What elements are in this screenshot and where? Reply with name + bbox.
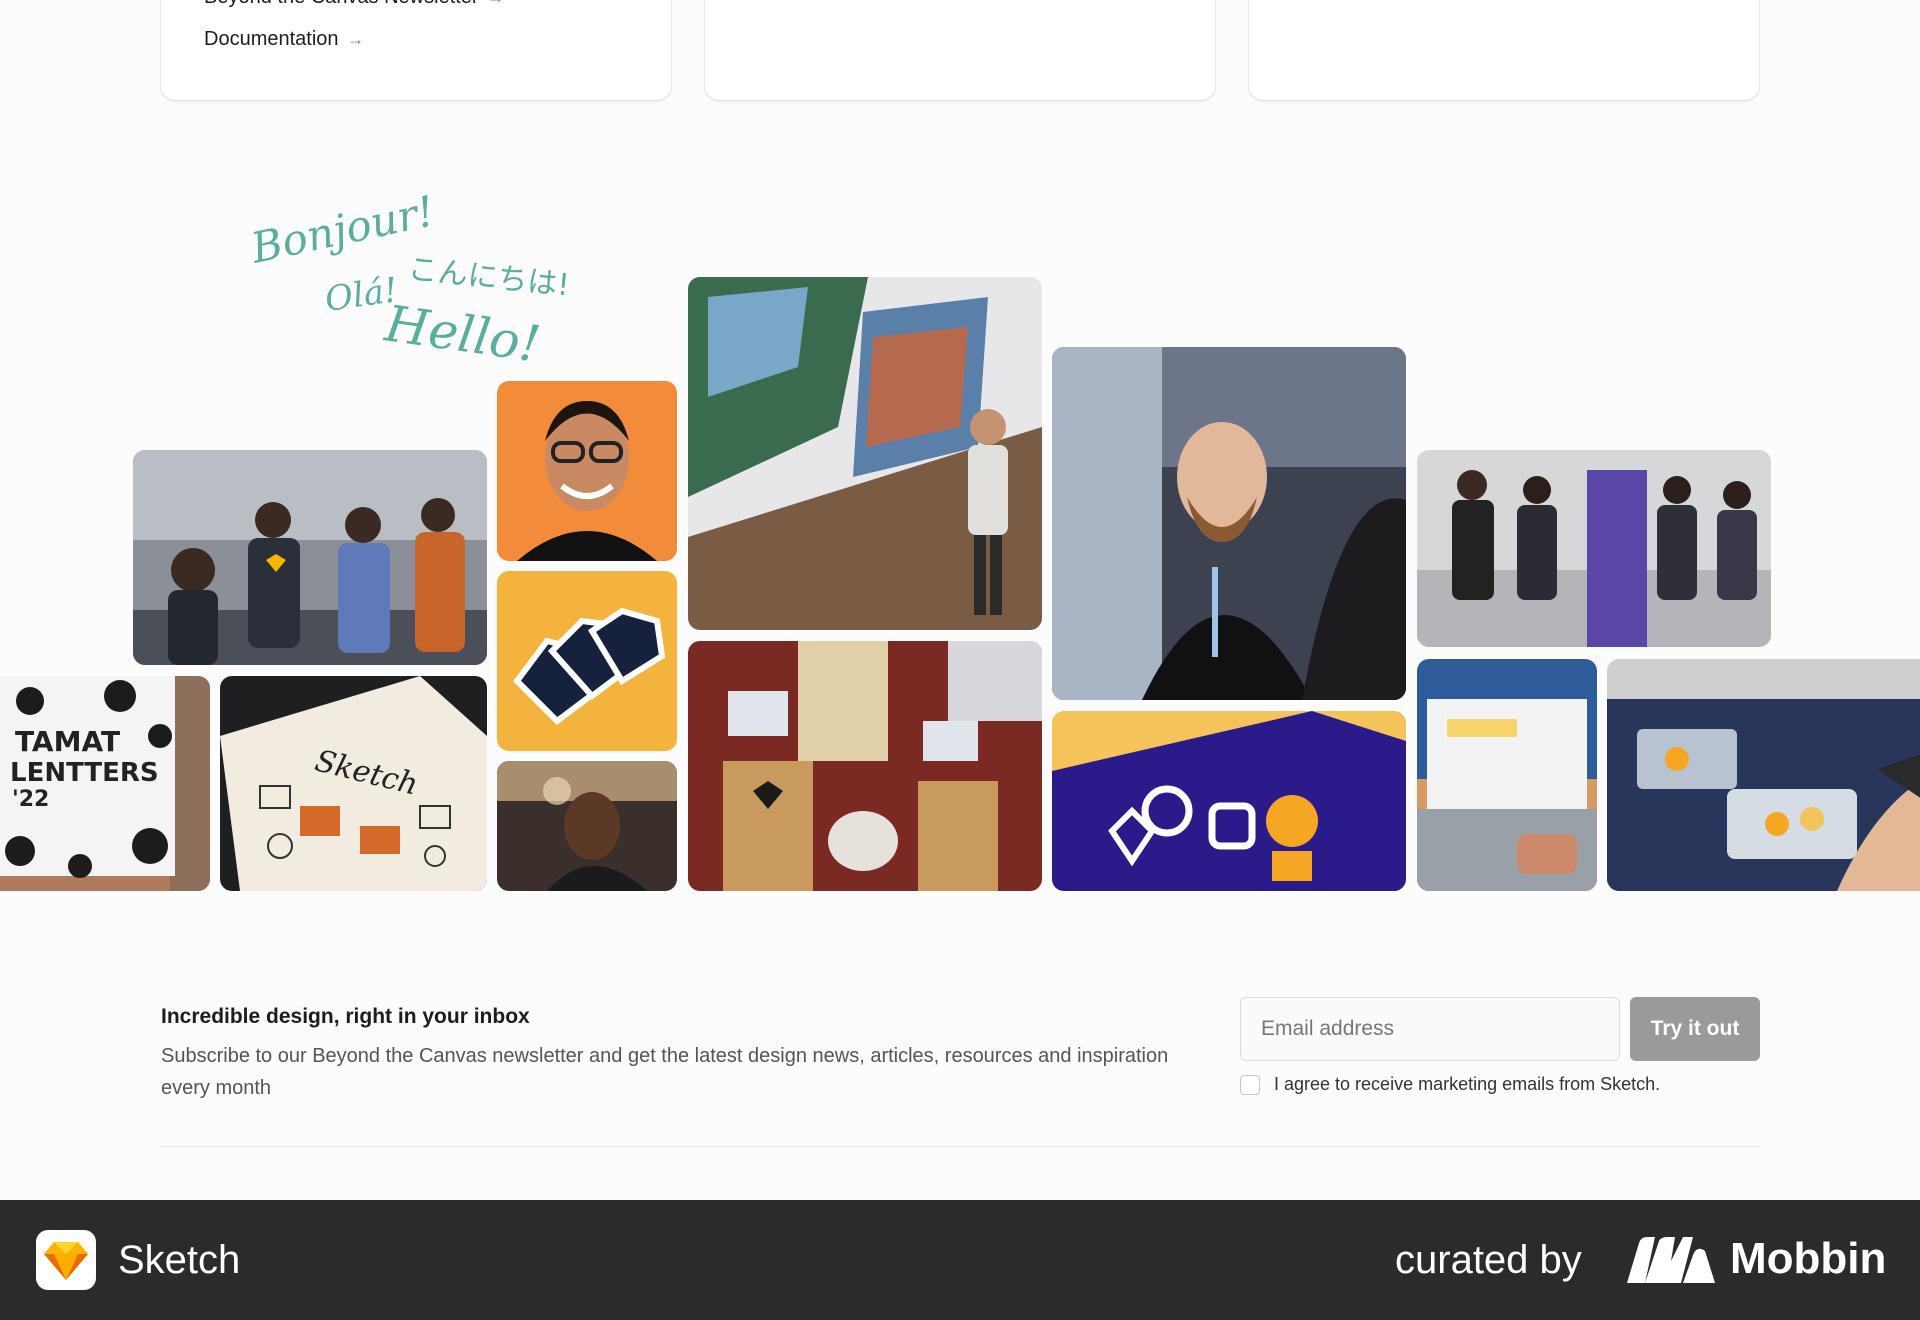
resources-card: Beyond the Canvas Newsletter → Documenta…	[161, 0, 671, 100]
photo-design-toolkit	[1052, 711, 1406, 891]
photo-pins-handout	[1607, 659, 1920, 891]
curated-by-label: curated by	[1395, 1238, 1582, 1282]
consent-checkbox[interactable]	[1240, 1074, 1260, 1095]
svg-text:TAMAT: TAMAT	[15, 725, 120, 758]
photo-stickers	[497, 571, 677, 751]
photo-team-japan	[1417, 450, 1771, 647]
sketch-app-name: Sketch	[118, 1238, 241, 1282]
photo-event-booths	[688, 641, 1042, 891]
mobbin-logo-icon	[1627, 1237, 1715, 1283]
marketing-consent[interactable]: I agree to receive marketing emails from…	[1240, 1074, 1660, 1095]
photo-speaker-screens	[688, 277, 1042, 630]
info-card	[705, 0, 1215, 100]
arrow-right-icon: →	[487, 0, 505, 8]
photo-sketch-zine: Sketch	[220, 676, 487, 891]
section-divider	[161, 1146, 1761, 1147]
photo-man-at-event	[497, 761, 677, 891]
arrow-right-icon: →	[346, 29, 365, 49]
consent-label: I agree to receive marketing emails from…	[1274, 1074, 1661, 1094]
photo-laptop-website	[1417, 659, 1597, 891]
newsletter-title: Incredible design, right in your inbox	[161, 1005, 530, 1028]
photo-smiling-man	[497, 381, 677, 561]
greeting-hello: Hello!	[381, 294, 544, 374]
greeting-konnichiwa: こんにちは!	[406, 251, 572, 304]
email-input[interactable]	[1240, 997, 1620, 1061]
documentation-link[interactable]: Documentation →	[204, 28, 365, 51]
newsletter-description: Subscribe to our Beyond the Canvas newsl…	[161, 1045, 1169, 1099]
info-card	[1249, 0, 1759, 100]
sketch-logo-icon	[36, 1230, 96, 1290]
newsletter-link-label: Beyond the Canvas Newsletter	[204, 0, 479, 9]
svg-text:'22: '22	[12, 787, 49, 812]
photo-tamat-sign: TAMAT LENTTERS '22	[0, 676, 210, 891]
photo-designer-at-screen	[1052, 347, 1406, 700]
newsletter-link[interactable]: Beyond the Canvas Newsletter →	[204, 0, 505, 9]
mobbin-name: Mobbin	[1730, 1234, 1887, 1283]
documentation-link-label: Documentation	[204, 28, 339, 50]
svg-text:LENTTERS: LENTTERS	[10, 758, 159, 788]
footer-bar: Sketch curated by Mobbin	[0, 1200, 1920, 1320]
photo-team-merch	[133, 450, 487, 665]
try-it-out-button[interactable]: Try it out	[1630, 997, 1760, 1061]
